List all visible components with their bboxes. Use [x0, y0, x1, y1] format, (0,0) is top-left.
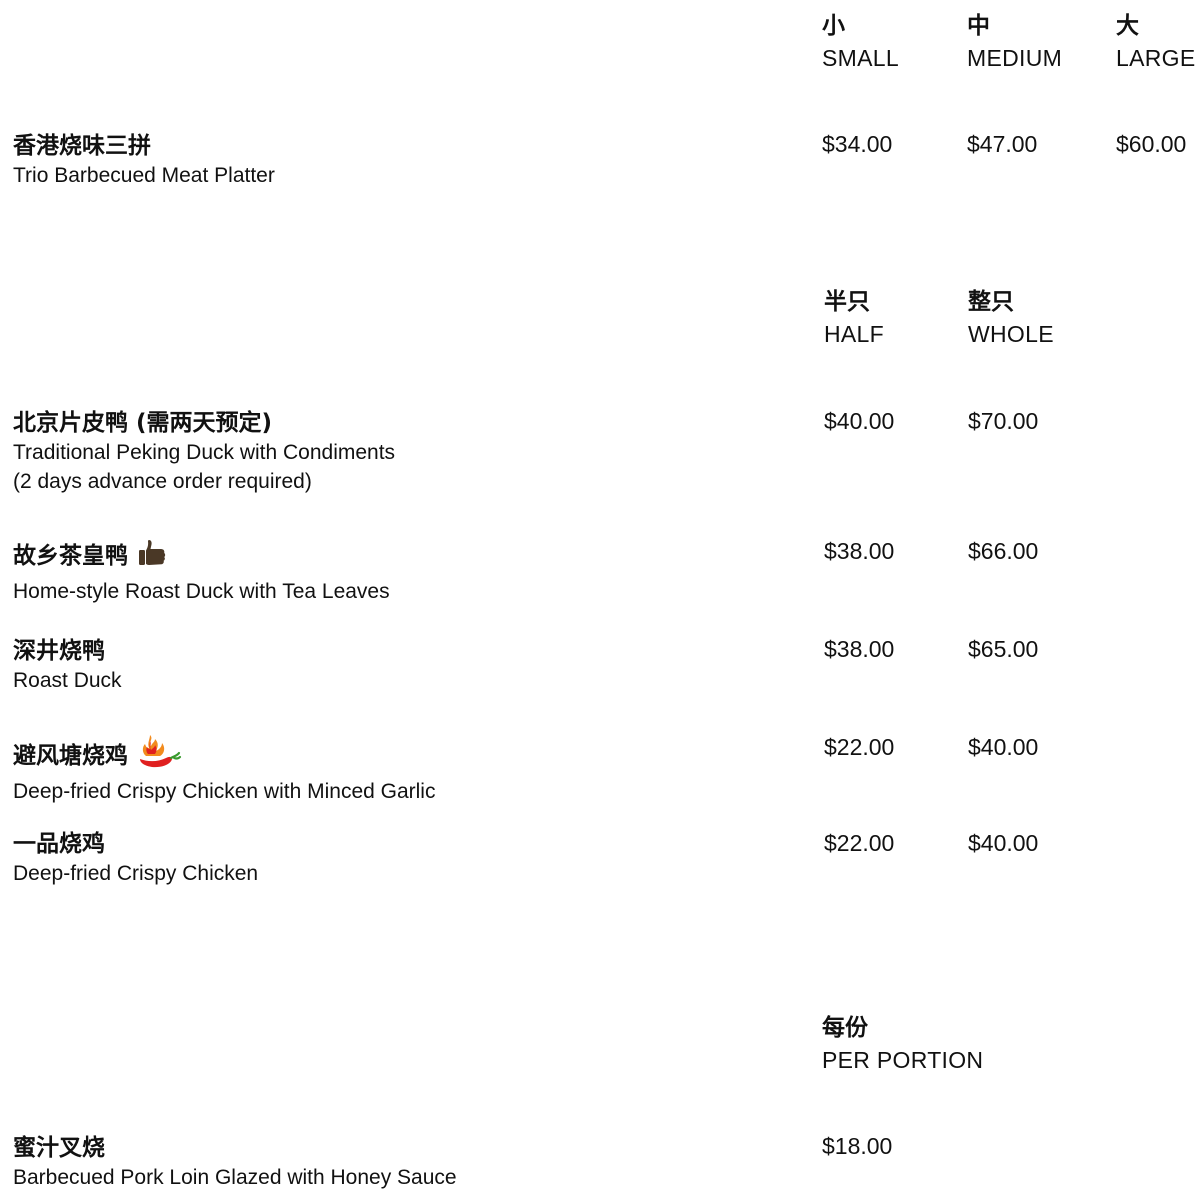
price-whole: $40.00: [968, 734, 1039, 760]
price-whole: $70.00: [968, 408, 1039, 434]
item-name-en: Barbecued Pork Loin Glazed with Honey Sa…: [13, 1166, 457, 1189]
item-name-zh: 蜜汁叉烧: [13, 1135, 105, 1161]
portion-whole-en: WHOLE: [968, 321, 1054, 347]
price-half: $22.00: [824, 830, 895, 856]
menu-item: 深井烧鸭 Roast Duck: [13, 636, 122, 695]
item-name-row: 避风塘烧鸡: [13, 733, 435, 777]
item-name-zh: 北京片皮鸭 (需两天预定): [13, 410, 273, 436]
menu-item: 蜜汁叉烧 Barbecued Pork Loin Glazed with Hon…: [13, 1133, 457, 1192]
menu-item: 一品烧鸡 Deep-fried Crispy Chicken: [13, 829, 258, 888]
price-large: $60.00: [1116, 131, 1187, 157]
price-per-portion: $18.00: [822, 1133, 893, 1159]
price-whole: $66.00: [968, 538, 1039, 564]
price-medium: $47.00: [967, 131, 1038, 157]
price-half: $38.00: [824, 636, 895, 662]
price-whole: $65.00: [968, 636, 1039, 662]
size-small-en: SMALL: [822, 45, 899, 71]
item-name-zh: 避风塘烧鸡: [13, 743, 128, 769]
item-name-zh: 一品烧鸡: [13, 831, 105, 857]
size-medium-en: MEDIUM: [967, 45, 1063, 71]
spicy-chili-icon: [136, 733, 182, 777]
size-large-zh: 大: [1116, 13, 1139, 39]
price-half: $22.00: [824, 734, 895, 760]
portion-per-en: PER PORTION: [822, 1047, 984, 1073]
portion-whole-zh: 整只: [968, 289, 1014, 315]
thumbs-up-icon: [136, 537, 168, 577]
item-name-zh: 故乡茶皇鸭: [13, 543, 128, 569]
item-note-en: (2 days advance order required): [13, 470, 312, 493]
menu-item: 故乡茶皇鸭 Home-style Roast Duck with Tea Lea…: [13, 537, 390, 606]
item-name-en: Traditional Peking Duck with Condiments: [13, 441, 396, 464]
price-small: $34.00: [822, 131, 893, 157]
price-whole: $40.00: [968, 830, 1039, 856]
portion-half-zh: 半只: [824, 289, 870, 315]
menu-item: 香港烧味三拼 Trio Barbecued Meat Platter: [13, 131, 275, 190]
item-name-en: Deep-fried Crispy Chicken with Minced Ga…: [13, 780, 436, 803]
size-large-en: LARGE: [1116, 45, 1196, 71]
item-name-zh: 深井烧鸭: [13, 638, 105, 664]
item-name-en: Home-style Roast Duck with Tea Leaves: [13, 580, 390, 603]
item-name-en: Roast Duck: [13, 669, 122, 692]
item-name-en: Deep-fried Crispy Chicken: [13, 862, 259, 885]
price-half: $38.00: [824, 538, 895, 564]
size-medium-zh: 中: [967, 13, 990, 39]
item-name-zh: 香港烧味三拼: [13, 133, 151, 159]
menu-item: 避风塘烧鸡 Deep-fried Crispy Chicken with Min…: [13, 733, 435, 806]
portion-per-zh: 每份: [822, 1015, 868, 1041]
size-small-zh: 小: [822, 13, 845, 39]
menu-item: 北京片皮鸭 (需两天预定) Traditional Peking Duck wi…: [13, 408, 395, 496]
item-name-en: Trio Barbecued Meat Platter: [13, 164, 275, 187]
portion-half-en: HALF: [824, 321, 884, 347]
price-half: $40.00: [824, 408, 895, 434]
item-name-row: 故乡茶皇鸭: [13, 537, 390, 577]
